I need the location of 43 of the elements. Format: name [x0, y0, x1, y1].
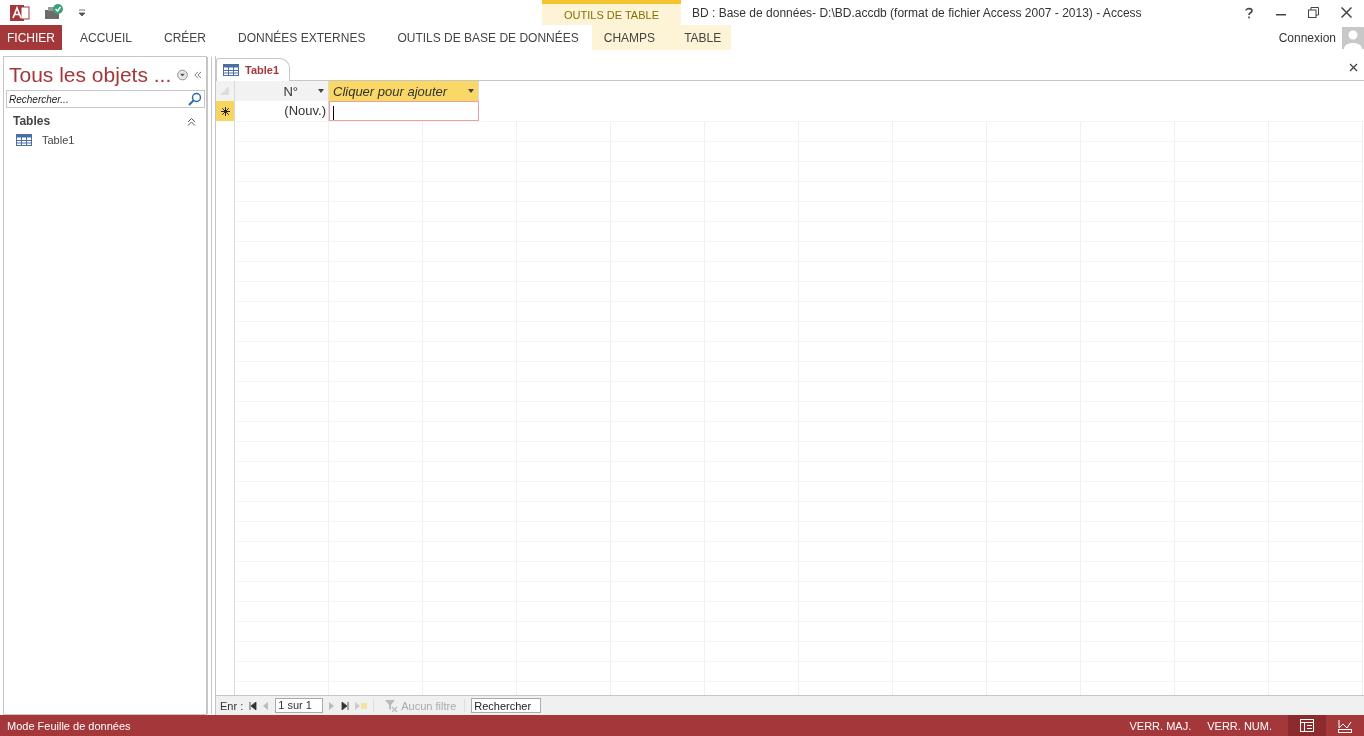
group-header[interactable]: Tables — [4, 108, 206, 128]
document-tab[interactable]: Table1 — [216, 58, 291, 81]
contextual-group-label: OUTILS DE TABLE — [542, 0, 681, 25]
record-position-field[interactable]: 1 sur 1 — [275, 698, 324, 713]
sign-in-link[interactable]: Connexion — [1278, 30, 1336, 45]
filter-icon — [384, 699, 399, 712]
dropdown-icon[interactable] — [177, 68, 189, 82]
status-indicator: VERR. MAJ. — [1129, 719, 1192, 732]
add-column-header[interactable]: Cliquer pour ajouter — [329, 81, 479, 101]
dropdown-arrow-icon[interactable] — [468, 89, 474, 93]
nav-item[interactable]: Table1 — [42, 134, 75, 146]
input-field[interactable] — [329, 101, 479, 121]
ribbon-tab[interactable]: ACCUEIL — [64, 25, 148, 50]
datasheet-view-icon[interactable] — [1300, 719, 1314, 732]
collapse-pane-icon[interactable] — [194, 70, 202, 80]
close-icon[interactable] — [1341, 7, 1352, 18]
column-header[interactable]: N° — [235, 81, 329, 101]
new-record-icon — [220, 106, 230, 116]
record-label: Enr : — [220, 699, 244, 712]
ribbon-tab[interactable]: FICHIER — [0, 25, 62, 50]
first-record-icon[interactable] — [249, 701, 258, 710]
close-icon[interactable] — [1349, 63, 1358, 72]
customize-menu-icon[interactable] — [78, 8, 86, 17]
search-field[interactable]: Rechercher — [471, 698, 542, 713]
design-view-icon[interactable] — [1338, 718, 1352, 733]
app-logo-icon — [10, 3, 30, 22]
dropdown-arrow-icon[interactable] — [318, 89, 324, 93]
search-field[interactable]: Rechercher... — [6, 90, 205, 108]
table-icon — [223, 64, 239, 76]
help-icon[interactable] — [1244, 6, 1254, 19]
ribbon-tab[interactable]: DONNÉES EXTERNES — [222, 25, 382, 50]
window-title: BD : Base de données- D:\BD.accdb (format de fichier Access 2007 - 2013) - Access — [692, 5, 1142, 20]
ribbon-tab[interactable]: TABLE — [655, 25, 722, 50]
collapse-icon — [187, 116, 196, 126]
ribbon-tab[interactable]: CRÉER — [148, 25, 223, 50]
restore-icon[interactable] — [1308, 7, 1319, 18]
last-record-icon[interactable] — [341, 701, 350, 710]
status-text: Mode Feuille de données — [7, 719, 131, 732]
pane-title[interactable]: Tous les objets ... — [9, 63, 172, 87]
table-icon — [16, 134, 32, 146]
table-cell: (Nouv.) — [235, 101, 329, 121]
search-icon[interactable] — [188, 92, 202, 106]
status-indicator: VERR. NUM. — [1207, 719, 1272, 732]
